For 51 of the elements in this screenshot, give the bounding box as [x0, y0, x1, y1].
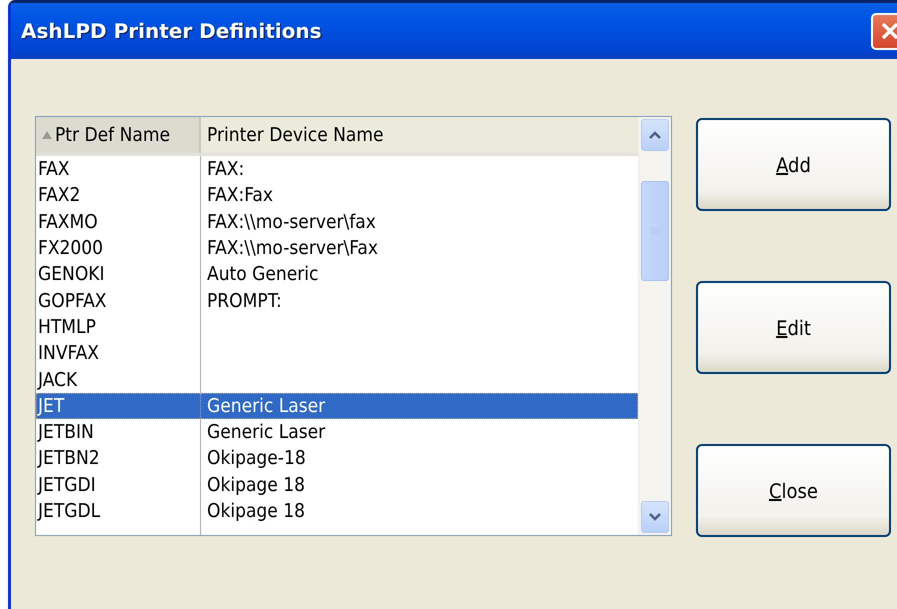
- action-button[interactable]: Edit: [696, 281, 891, 374]
- table-cell: FAX2: [36, 182, 201, 209]
- table-cell: FX2000: [36, 234, 201, 262]
- scroll-up-button[interactable]: [641, 119, 669, 151]
- column-header[interactable]: Ptr Def Name: [36, 117, 201, 153]
- table-cell-text: FAX:: [206, 158, 244, 180]
- table-cell: JETBIN: [36, 418, 201, 446]
- list-row[interactable]: GENOKI Auto Generic: [36, 261, 638, 288]
- vertical-scrollbar[interactable]: [638, 117, 671, 535]
- list-row[interactable]: FAX FAX:: [36, 156, 638, 182]
- list-row[interactable]: JETGDI Okipage 18: [36, 472, 638, 498]
- table-cell: GOPFAX: [36, 287, 201, 314]
- list-row[interactable]: JETBN2 Okipage-18: [36, 445, 638, 472]
- scroll-down-button[interactable]: [641, 501, 669, 533]
- table-cell: JETBN2: [36, 445, 201, 472]
- table-cell: JET: [36, 392, 201, 419]
- table-cell-text: Generic Laser: [206, 421, 326, 444]
- table-cell-text: Okipage 18: [206, 474, 305, 496]
- table-cell: FAX: [36, 156, 201, 182]
- table-cell-text: PROMPT:: [206, 290, 282, 312]
- table-cell: JETGDL: [36, 498, 201, 524]
- column-header[interactable]: Printer Device Name: [201, 117, 638, 153]
- table-cell: GENOKI: [36, 261, 201, 288]
- list-row[interactable]: GOPFAX PROMPT:: [36, 287, 638, 314]
- table-cell: HTMLP: [36, 314, 201, 340]
- table-cell-text: FAX:\\mo-server\Fax: [206, 237, 378, 260]
- table-cell-text: FAX:\\mo-server\fax: [206, 210, 376, 233]
- chevron-up-icon: [648, 130, 662, 140]
- table-cell: JETGDI: [36, 472, 201, 498]
- table-cell: INVFAX: [36, 340, 201, 366]
- scroll-thumb[interactable]: [641, 181, 669, 281]
- list-row[interactable]: JETGDL Okipage 18: [36, 498, 638, 524]
- window-title: AshLPD Printer Definitions: [21, 19, 323, 43]
- list-row[interactable]: FAXMO FAX:\\mo-server\fax: [36, 208, 638, 235]
- chevron-down-icon: [648, 512, 662, 522]
- list-row[interactable]: JET Generic Laser: [36, 392, 638, 419]
- action-button[interactable]: Add: [696, 118, 891, 211]
- table-cell-text: Generic Laser: [206, 394, 326, 417]
- table-cell: FAXMO: [36, 208, 201, 235]
- list-row[interactable]: INVFAX: [36, 340, 638, 366]
- table-cell-text: Auto Generic: [206, 263, 318, 286]
- table-cell-text: Okipage 18: [206, 500, 305, 522]
- close-button[interactable]: [871, 12, 897, 50]
- table-cell-text: Okipage-18: [206, 447, 306, 470]
- list-row[interactable]: JETBIN Generic Laser: [36, 418, 638, 446]
- sort-ascending-icon: [42, 131, 52, 139]
- table-cell-text: FAX:Fax: [206, 184, 273, 206]
- list-row[interactable]: FAX2 FAX:Fax: [36, 182, 638, 209]
- action-button[interactable]: Close: [696, 444, 891, 537]
- list-row[interactable]: HTMLP: [36, 314, 638, 340]
- list-row[interactable]: FX2000 FAX:\\mo-server\Fax: [36, 234, 638, 262]
